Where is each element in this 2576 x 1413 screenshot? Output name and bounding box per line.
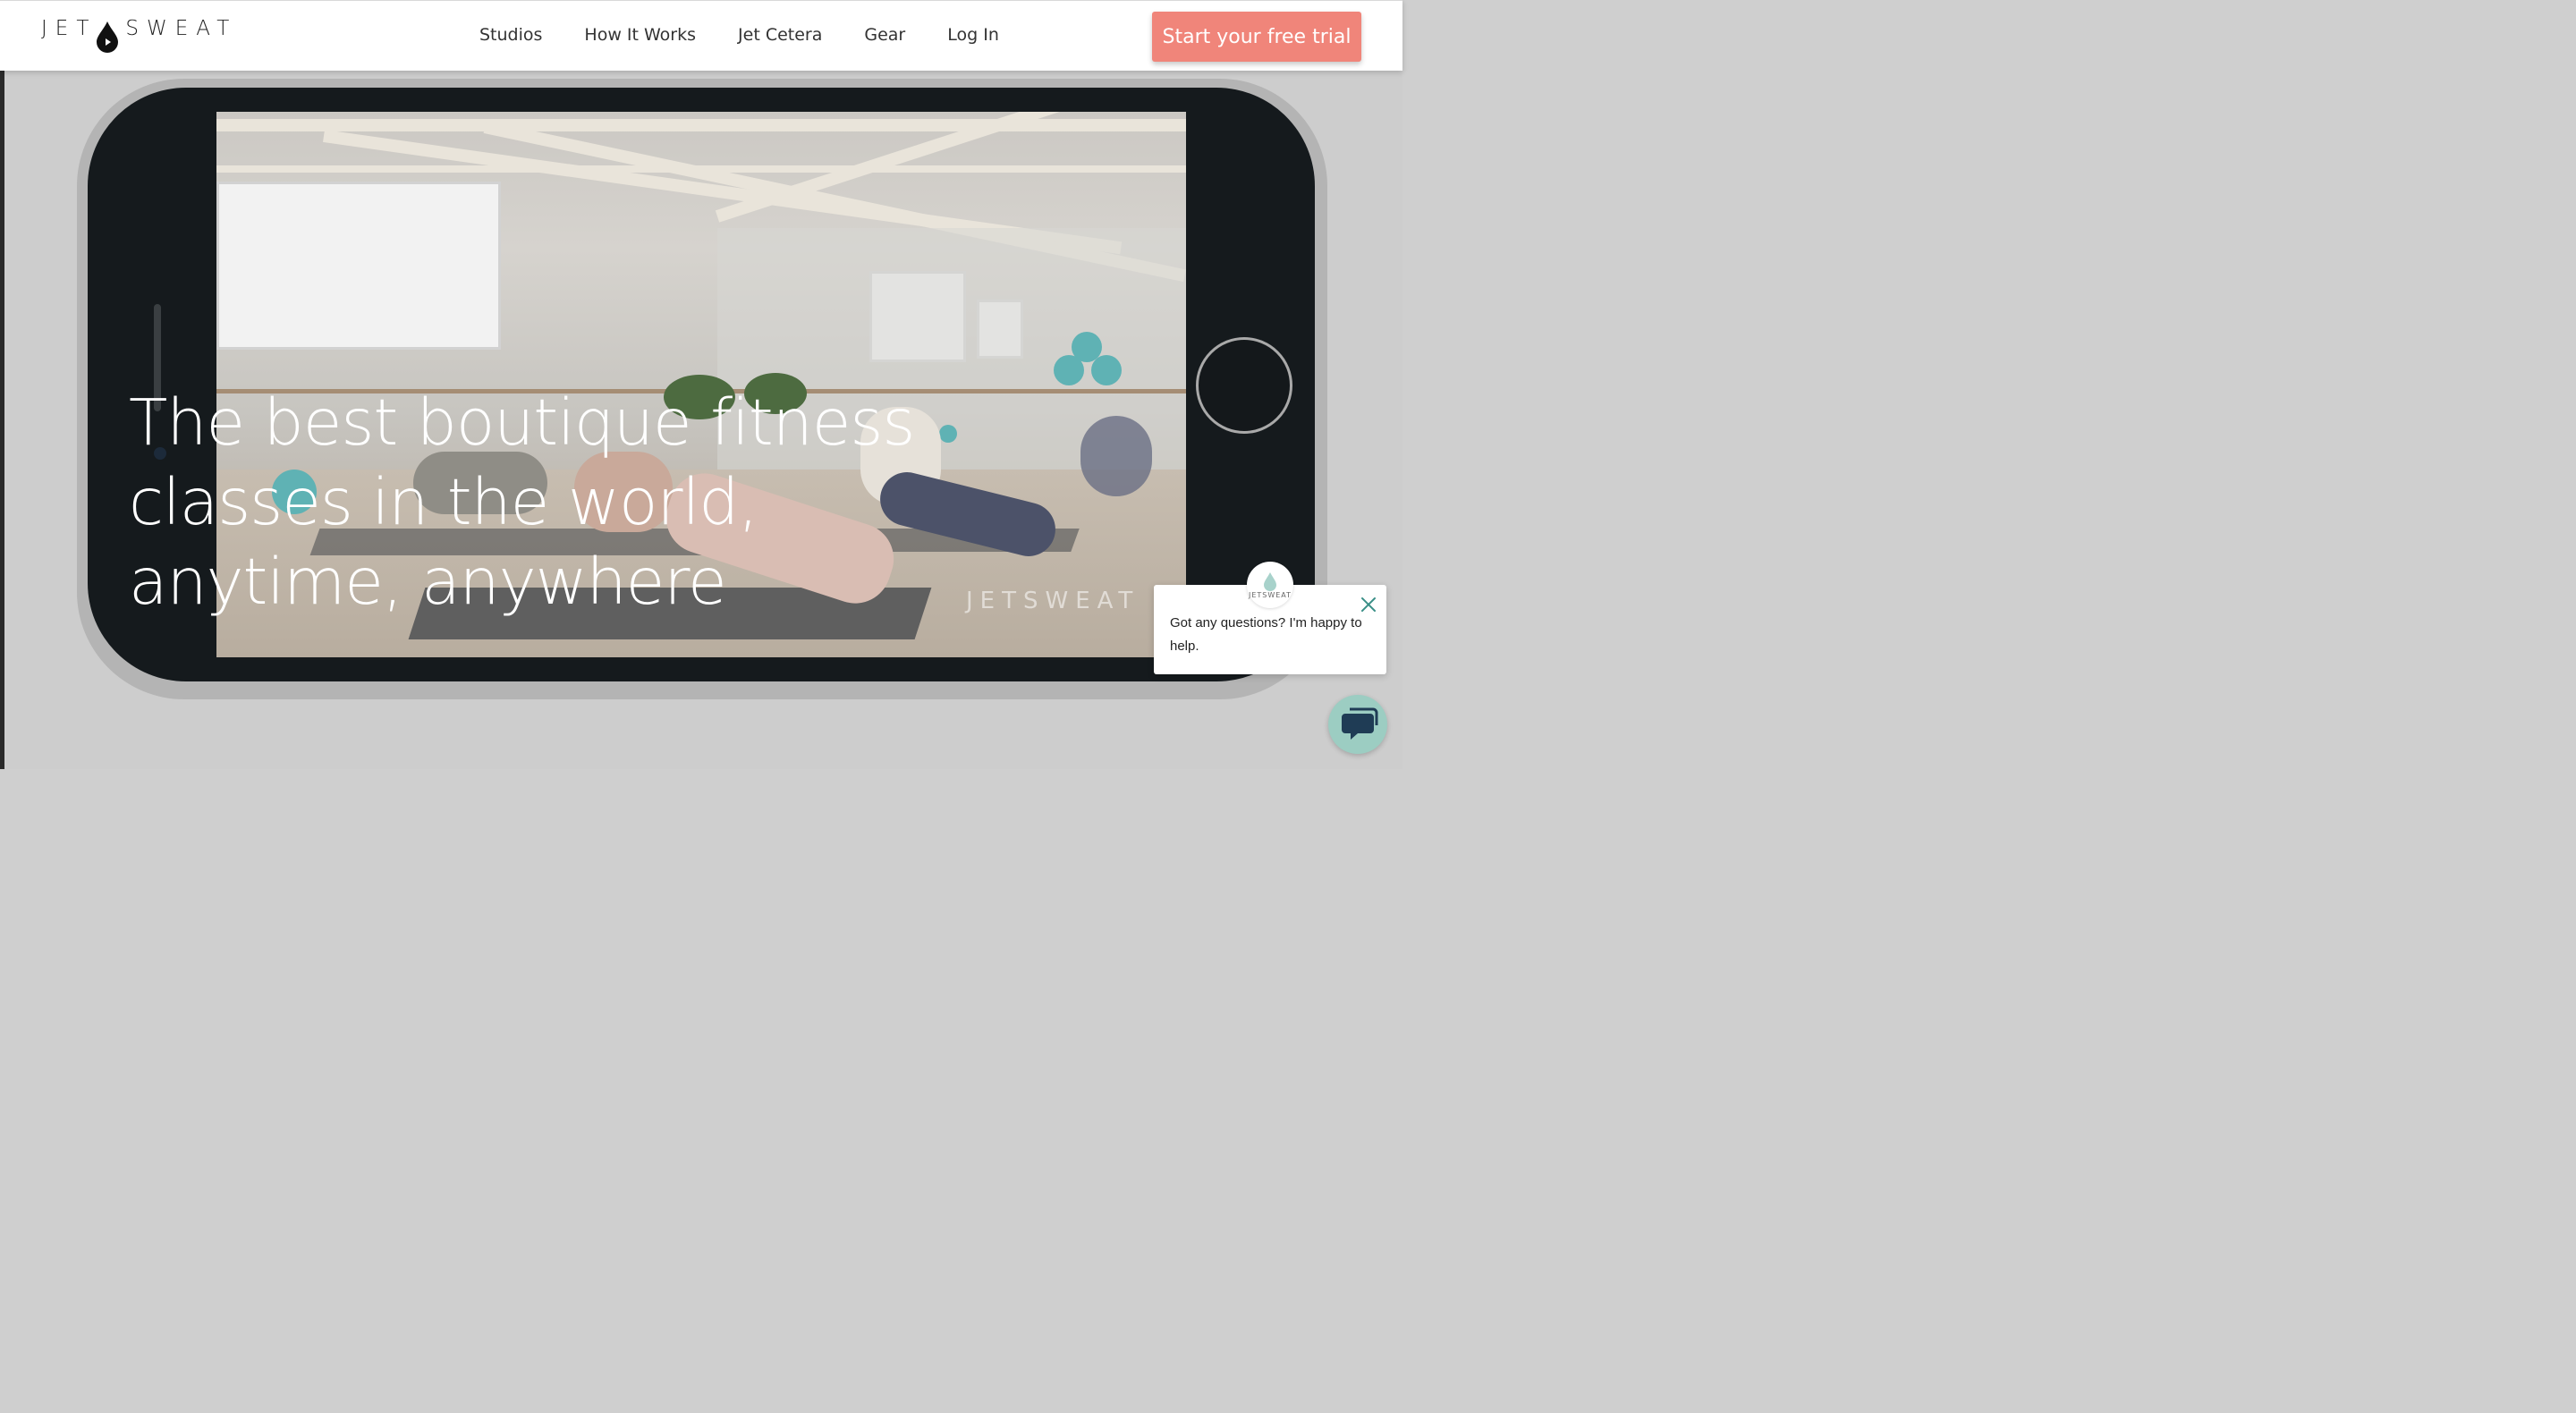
nav-gear[interactable]: Gear [864,25,905,45]
site-header: JET SWEAT Studios How It Works Jet Ceter… [0,0,1402,71]
nav-how-it-works[interactable]: How It Works [584,25,696,45]
exercise-ball [1091,355,1122,385]
chat-message-text: Got any questions? I'm happy to help. [1170,615,1362,654]
logo-text-right: SWEAT [125,17,238,40]
nav-log-in[interactable]: Log In [947,25,999,45]
page-edge [0,70,4,769]
hero-headline: The best boutique fitness classes in the… [129,385,915,619]
chat-avatar-label: JETSWEAT [1248,590,1292,599]
studio-window [216,182,501,350]
close-icon[interactable] [1358,594,1379,615]
main-nav: Studios How It Works Jet Cetera Gear Log… [479,25,1041,45]
instructor-figure [1080,416,1152,496]
chat-bubble-icon [1342,707,1378,740]
drop-play-icon [97,21,119,53]
ceiling-beam [216,119,1186,131]
video-watermark: JETSWEAT [966,588,1140,614]
nav-studios[interactable]: Studios [479,25,542,45]
start-free-trial-button[interactable]: Start your free trial [1152,12,1361,62]
phone-home-button [1196,337,1292,434]
nav-jet-cetera[interactable]: Jet Cetera [738,25,822,45]
chat-launcher-button[interactable] [1328,695,1387,754]
logo-text-left: JET [41,17,97,40]
exercise-ball [1054,355,1084,385]
chat-agent-avatar: JETSWEAT [1247,562,1293,608]
ceiling-beam [216,165,1186,173]
jetsweat-logo[interactable]: JET SWEAT [41,17,237,56]
drop-icon [1264,571,1276,591]
